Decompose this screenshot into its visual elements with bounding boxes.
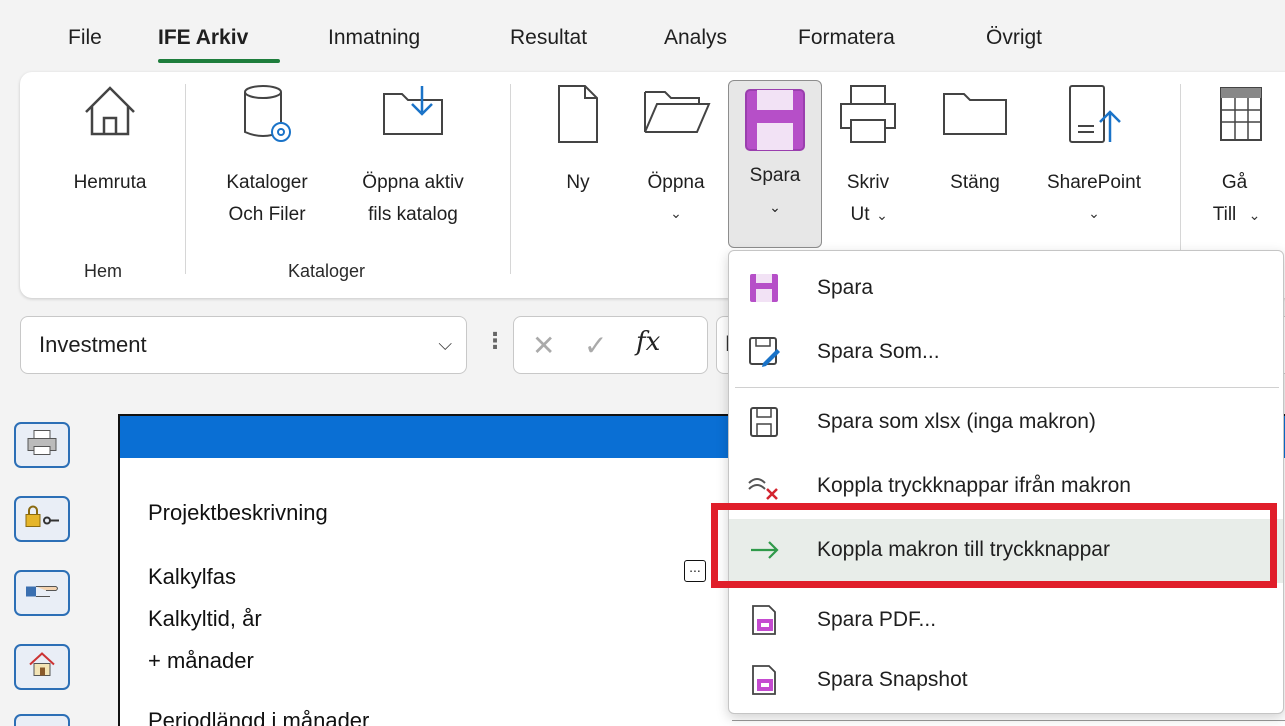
save-icon bbox=[743, 87, 807, 158]
sharepoint-button[interactable]: SharePoint ⌄ bbox=[1024, 82, 1164, 252]
menu-item-spara-som[interactable]: Spara Som... bbox=[729, 321, 1283, 385]
ellipsis-button[interactable]: ... bbox=[684, 560, 706, 582]
tab-formatera[interactable]: Formatera bbox=[798, 26, 895, 50]
home-icon bbox=[80, 82, 140, 148]
ga-till-button[interactable]: Gå Till ⌄ bbox=[1196, 82, 1285, 252]
period-cells: 1 12 bbox=[732, 720, 1285, 726]
chevron-down-icon: ⌄ bbox=[1088, 205, 1100, 221]
open-folder-icon bbox=[639, 82, 713, 148]
label-kalkylfas: Kalkylfas bbox=[148, 564, 237, 589]
hand-side-button[interactable] bbox=[14, 570, 70, 616]
ribbon-separator bbox=[1180, 84, 1181, 274]
menu-bar: File IFE Arkiv Inmatning Resultat Analys… bbox=[0, 0, 1285, 72]
label-manader: + månader bbox=[148, 648, 254, 673]
spara-button[interactable]: Spara ⌄ bbox=[728, 80, 822, 248]
save-icon bbox=[747, 271, 781, 305]
menu-item-spara-snapshot[interactable]: Spara Snapshot bbox=[729, 649, 1283, 713]
function-icon[interactable]: fx bbox=[636, 327, 660, 357]
ribbon-separator bbox=[510, 84, 511, 274]
name-box-value: Investment bbox=[39, 332, 147, 357]
new-file-icon bbox=[553, 82, 603, 156]
printer-icon bbox=[837, 82, 899, 156]
oppna-aktiv-button[interactable]: Öppna aktiv fils katalog bbox=[338, 82, 488, 252]
home-side-button[interactable] bbox=[14, 644, 70, 690]
menu-item-label: Spara Som... bbox=[817, 340, 940, 363]
formula-buttons: ✕ ✓ fx bbox=[513, 316, 708, 374]
kataloger-label-line1: Kataloger bbox=[226, 172, 308, 193]
side-button[interactable] bbox=[14, 714, 70, 726]
print-side-button[interactable] bbox=[14, 422, 70, 468]
check-icon[interactable]: ✓ bbox=[584, 329, 607, 362]
skriv-label-line1: Skriv bbox=[846, 172, 890, 193]
snapshot-icon bbox=[747, 663, 781, 697]
chevron-down-icon: ⌄ bbox=[876, 207, 888, 223]
menu-item-spara[interactable]: Spara bbox=[729, 257, 1283, 321]
kataloger-label-line2: Och Filer bbox=[228, 204, 306, 225]
label-kalkyltid: Kalkyltid, år bbox=[148, 606, 262, 631]
active-tab-indicator bbox=[158, 59, 280, 63]
tab-analys[interactable]: Analys bbox=[664, 26, 727, 50]
folder-download-icon bbox=[378, 82, 448, 148]
label-projektbeskrivning: Projektbeskrivning bbox=[148, 500, 328, 525]
pdf-icon bbox=[747, 603, 781, 637]
group-label-hem: Hem bbox=[84, 261, 123, 281]
lock-key-side-button[interactable] bbox=[14, 496, 70, 542]
hemruta-button[interactable]: Hemruta bbox=[45, 82, 175, 252]
ny-button[interactable]: Ny bbox=[538, 82, 618, 252]
table-icon bbox=[1215, 82, 1265, 156]
save-as-icon bbox=[747, 335, 781, 369]
stang-label: Stäng bbox=[950, 172, 1000, 193]
chevron-down-icon[interactable]: ⌵ bbox=[438, 334, 452, 355]
database-gear-icon bbox=[237, 82, 297, 156]
ribbon-separator bbox=[185, 84, 186, 274]
formula-bar-grip[interactable]: ⋮ bbox=[484, 328, 506, 354]
tab-file[interactable]: File bbox=[68, 26, 102, 50]
menu-item-spara-pdf[interactable]: Spara PDF... bbox=[729, 589, 1283, 653]
chevron-down-icon: ⌄ bbox=[769, 199, 781, 215]
lock-key-icon bbox=[23, 503, 61, 536]
save-xlsx-icon bbox=[747, 405, 781, 439]
menu-item-label: Spara PDF... bbox=[817, 608, 937, 631]
printer-icon bbox=[26, 429, 58, 462]
oppna-label: Öppna bbox=[647, 172, 705, 193]
cancel-icon[interactable]: ✕ bbox=[532, 329, 555, 362]
tab-inmatning[interactable]: Inmatning bbox=[328, 26, 420, 50]
sharepoint-label: SharePoint bbox=[1046, 172, 1141, 193]
label-periodlangd: Periodlängd i månader bbox=[148, 708, 370, 726]
oppna-aktiv-label-line2: fils katalog bbox=[368, 204, 458, 225]
tab-ovrigt[interactable]: Övrigt bbox=[986, 26, 1042, 50]
spara-dropdown-menu: Spara Spara Som... Spara som xlsx (inga … bbox=[728, 250, 1284, 714]
menu-item-spara-xlsx[interactable]: Spara som xlsx (inga makron) bbox=[729, 391, 1283, 455]
oppna-aktiv-label-line1: Öppna aktiv bbox=[362, 172, 464, 193]
skriv-ut-button[interactable]: Skriv Ut ⌄ bbox=[826, 82, 910, 252]
tab-resultat[interactable]: Resultat bbox=[510, 26, 587, 50]
stang-button[interactable]: Stäng bbox=[930, 82, 1020, 252]
hemruta-label: Hemruta bbox=[73, 172, 147, 193]
menu-item-label: Spara Snapshot bbox=[817, 668, 968, 691]
chevron-down-icon: ⌄ bbox=[670, 205, 682, 221]
home-icon bbox=[28, 652, 56, 683]
pointing-hand-icon bbox=[24, 579, 60, 608]
tab-ife-arkiv[interactable]: IFE Arkiv bbox=[158, 26, 248, 50]
highlight-box bbox=[711, 503, 1277, 588]
name-box[interactable]: Investment ⌵ bbox=[20, 316, 467, 374]
group-label-kataloger: Kataloger bbox=[288, 261, 366, 281]
chevron-down-icon: ⌄ bbox=[1248, 207, 1261, 223]
oppna-button[interactable]: Öppna ⌄ bbox=[628, 82, 724, 252]
disconnect-icon bbox=[747, 469, 781, 503]
menu-item-label: Spara bbox=[817, 276, 874, 299]
upload-document-icon bbox=[1064, 82, 1124, 158]
menu-item-label: Koppla tryckknappar ifrån makron bbox=[817, 474, 1131, 497]
spara-label: Spara bbox=[749, 165, 801, 186]
menu-item-label: Spara som xlsx (inga makron) bbox=[817, 410, 1096, 433]
menu-separator bbox=[735, 387, 1279, 388]
ga-label-line1: Gå bbox=[1221, 172, 1248, 193]
kataloger-button[interactable]: Kataloger Och Filer bbox=[204, 82, 330, 252]
ny-label: Ny bbox=[566, 172, 590, 193]
folder-icon bbox=[940, 82, 1010, 148]
